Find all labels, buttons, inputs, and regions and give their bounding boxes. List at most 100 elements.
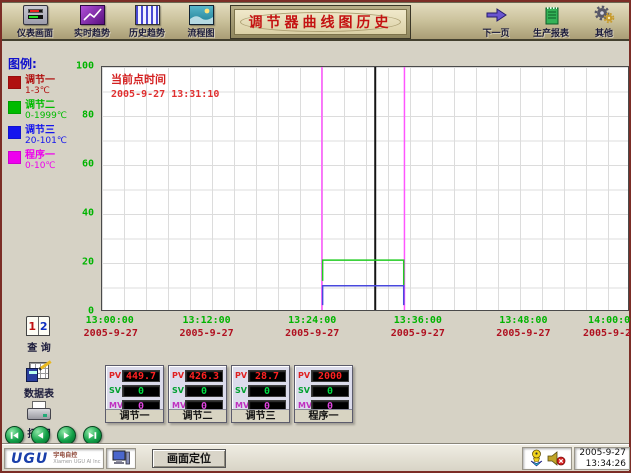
- x-tick: 13:12:00: [183, 315, 231, 326]
- status-date: 2005-9-27: [579, 448, 626, 459]
- sv-label: SV: [298, 386, 311, 395]
- x-axis-time-labels: 13:00:00 13:12:00 13:24:00 13:36:00 13:4…: [101, 315, 629, 327]
- trend-plot-area[interactable]: 当前点时间 2005-9-27 13:31:10: [101, 66, 629, 311]
- logo-text: UGU: [11, 451, 48, 467]
- clock: 2005-9-27 13:34:26: [574, 447, 630, 470]
- x-date: 2005-9-27: [391, 328, 445, 339]
- panel-name: 调节二: [169, 409, 226, 422]
- tool-datasheet[interactable]: 数据表: [16, 360, 62, 400]
- x-tick: 13:36:00: [394, 315, 442, 326]
- x-axis-date-labels: 2005-9-27 2005-9-27 2005-9-27 2005-9-27 …: [101, 328, 629, 340]
- page-title: 调节器曲线图历史: [249, 12, 393, 32]
- tool-query[interactable]: 12 查 询: [16, 314, 62, 354]
- panel-name: 程序一: [295, 409, 352, 422]
- legend-range: 20-101℃: [25, 136, 67, 147]
- pv-value: 2000: [311, 370, 349, 382]
- status-time: 13:34:26: [586, 459, 626, 470]
- pv-label: PV: [298, 371, 311, 380]
- legend-range: 0-1999℃: [25, 111, 67, 122]
- x-date: 2005-9-27: [285, 328, 339, 339]
- report-icon: [539, 5, 564, 25]
- y-axis-labels: 100 80 60 40 20 0: [66, 66, 96, 311]
- status-bar: UGU 宇电自控 Xiamen UGU AI Inc 画面定位: [2, 444, 629, 471]
- nav-instrument-screen[interactable]: 仪表画面: [8, 5, 62, 40]
- screen-locate-button[interactable]: 画面定位: [152, 449, 226, 468]
- computer-status: [106, 448, 136, 469]
- panel-name: 调节一: [106, 409, 163, 422]
- x-date: 2005-9-27: [496, 328, 550, 339]
- nav-label: 流程图: [187, 26, 214, 39]
- sv-label: SV: [235, 386, 248, 395]
- last-icon: [87, 430, 98, 441]
- y-tick: 80: [82, 110, 94, 121]
- previous-icon: [35, 430, 46, 441]
- nav-first-button[interactable]: [5, 426, 24, 445]
- sv-label: SV: [109, 386, 122, 395]
- pv-value: 426.3: [185, 370, 223, 382]
- legend-swatch: [8, 126, 21, 139]
- nav-label: 其他: [595, 26, 613, 39]
- pv-value: 449.7: [122, 370, 160, 382]
- tool-label: 数据表: [24, 385, 54, 400]
- y-tick: 40: [82, 208, 94, 219]
- nav-next-page[interactable]: 下一页: [469, 5, 523, 40]
- legend-name: 调节二: [25, 100, 67, 111]
- nav-flowchart[interactable]: 流程图: [174, 5, 228, 40]
- x-tick: 13:24:00: [288, 315, 336, 326]
- sv-value: 0: [311, 385, 349, 397]
- query-icon: 12: [26, 314, 52, 338]
- mute-speaker-icon[interactable]: [547, 450, 566, 467]
- nav-other[interactable]: 其他: [581, 5, 627, 40]
- y-tick: 20: [82, 257, 94, 268]
- legend-swatch: [8, 151, 21, 164]
- nav-label: 实时趋势: [74, 26, 110, 39]
- next-icon: [61, 430, 72, 441]
- first-icon: [9, 430, 20, 441]
- datasheet-icon: [26, 360, 52, 384]
- value-panel-regulator3: PV28.7 SV0 MV0 调节三: [231, 365, 290, 423]
- pv-label: PV: [235, 371, 248, 380]
- x-date: 2005-9-27: [84, 328, 138, 339]
- nav-label: 下一页: [482, 26, 509, 39]
- legend-swatch: [8, 76, 21, 89]
- sv-value: 0: [122, 385, 160, 397]
- sv-value: 0: [185, 385, 223, 397]
- top-toolbar: 仪表画面 实时趋势 历史趋势 流程图 调节器曲线图历史: [2, 2, 629, 41]
- x-date: 2005-9-27: [180, 328, 234, 339]
- nav-previous-button[interactable]: [31, 426, 50, 445]
- nav-label: 仪表画面: [17, 26, 53, 39]
- vendor-logo: UGU 宇电自控 Xiamen UGU AI Inc: [4, 448, 104, 469]
- x-tick: 13:00:00: [86, 315, 134, 326]
- value-panel-regulator2: PV426.3 SV0 MV0 调节二: [168, 365, 227, 423]
- nav-realtime-trend[interactable]: 实时趋势: [65, 5, 119, 40]
- x-date: 2005-9-27: [583, 328, 631, 339]
- legend-name: 程序一: [25, 150, 56, 161]
- cursor-annotation: 当前点时间 2005-9-27 13:31:10: [111, 71, 219, 100]
- nav-next-button[interactable]: [57, 426, 76, 445]
- plot-svg: [102, 67, 628, 310]
- legend-name: 调节三: [25, 125, 67, 136]
- x-tick: 14:00:00: [588, 315, 631, 326]
- company-name-en: Xiamen UGU AI Inc: [53, 459, 100, 465]
- x-tick: 13:48:00: [499, 315, 547, 326]
- legend-name: 调节一: [25, 75, 55, 86]
- alarm-icon[interactable]: [529, 449, 544, 468]
- computer-icon: [112, 450, 130, 467]
- status-tray: [522, 447, 572, 470]
- pv-value: 28.7: [248, 370, 286, 382]
- sv-label: SV: [172, 386, 185, 395]
- nav-label: 历史趋势: [129, 26, 165, 39]
- legend-swatch: [8, 101, 21, 114]
- flowchart-icon: [189, 5, 214, 25]
- y-tick: 100: [76, 61, 94, 72]
- sv-value: 0: [248, 385, 286, 397]
- gears-icon: [592, 5, 617, 25]
- nav-last-button[interactable]: [83, 426, 102, 445]
- nav-production-report[interactable]: 生产报表: [524, 5, 578, 40]
- print-icon: [26, 400, 52, 424]
- annotation-title: 当前点时间: [111, 71, 219, 87]
- value-panel-program1: PV2000 SV0 MV0 程序一: [294, 365, 353, 423]
- page-title-plaque: 调节器曲线图历史: [230, 5, 411, 39]
- pv-label: PV: [172, 371, 185, 380]
- nav-history-trend[interactable]: 历史趋势: [120, 5, 174, 40]
